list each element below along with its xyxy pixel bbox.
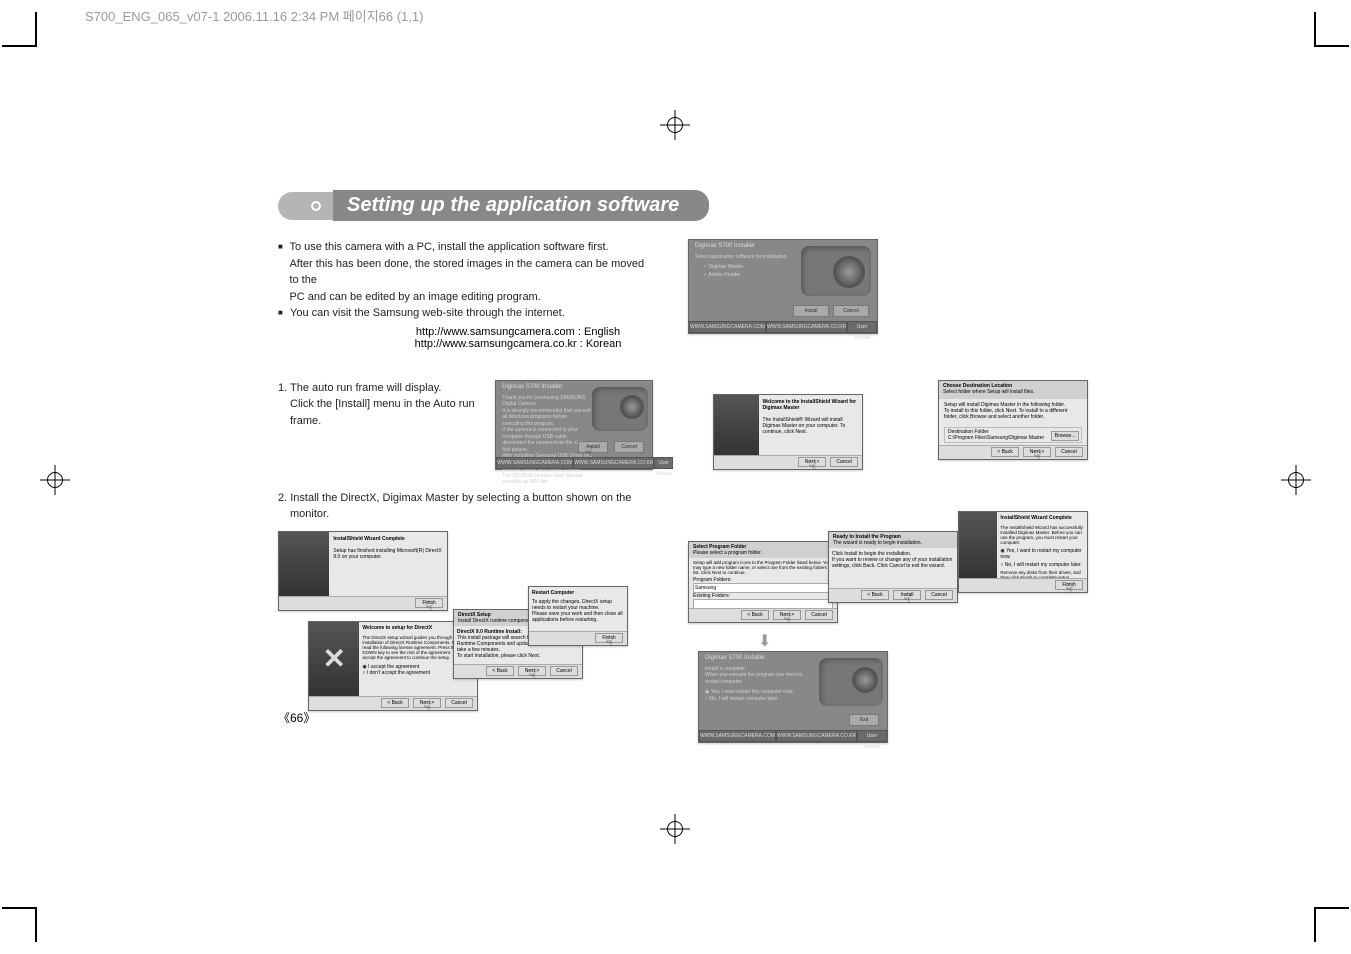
installer-screenshot-select: Digimax S700 Installer Select applicatio… [688,239,878,334]
crop-mark-br [1304,907,1349,952]
footer-bar: WWW.SAMSUNGCAMERA.COM WWW.SAMSUNGCAMERA.… [689,321,877,333]
crop-mark-tr [1304,2,1349,47]
footer-bar: WWW.SAMSUNGCAMERA.COM WWW.SAMSUNGCAMERA.… [699,730,887,742]
cancel-button[interactable]: Cancel [833,305,869,317]
exit-button[interactable]: Exit [849,714,879,726]
cancel-button[interactable]: Cancel [1055,447,1083,457]
hand-cursor-icon: ☟ [783,610,797,626]
registration-mark [660,814,690,844]
section-title: Setting up the application software [333,190,709,221]
bullet-icon: ■ [278,307,286,322]
back-button[interactable]: < Back [861,590,889,600]
print-header-meta: S700_ENG_065_v07-1 2006.11.16 2:34 PM 페이… [85,6,423,25]
arrow-down-icon: ⬇ [758,631,772,645]
installer-header: Select application software for installa… [695,254,787,261]
installer-title: Digimax S700 Installer [705,655,765,661]
registration-mark [660,110,690,140]
hand-cursor-icon: ☟ [423,698,437,714]
hand-cursor-icon: ☟ [808,457,822,473]
bullet-text: You can visit the Samsung web-site throu… [290,305,565,322]
installer-screenshot-final: Digimax S700 Installer Install is comple… [698,651,888,743]
installer-screenshot-autorun: Digimax S700 Installer Thank you for pur… [495,380,653,470]
wizard-welcome: Welcome to the InstallShield Wizard for … [713,394,863,470]
hand-cursor-icon: ☟ [1065,580,1079,596]
footer-link[interactable]: WWW.SAMSUNGCAMERA.CO.KR [766,321,847,333]
step-text: frame. [278,413,475,430]
cancel-button[interactable]: Cancel [925,590,953,600]
installer-title: Digimax S700 Installer [502,384,562,390]
hand-cursor-icon: ☟ [903,590,917,606]
step-text: 2. Install the DirectX, Digimax Master b… [278,490,1088,507]
camera-illustration [592,387,648,431]
back-button[interactable]: < Back [991,447,1019,457]
cancel-button[interactable]: Cancel [830,457,858,467]
page-number: 《66》 [278,709,315,726]
back-button[interactable]: < Back [381,698,409,708]
registration-mark [40,465,70,495]
back-button[interactable]: < Back [486,666,514,676]
url-korean: http://www.samsungcamera.co.kr : Korean [368,338,668,350]
back-button[interactable]: < Back [741,610,769,620]
step-text: Click the [Install] menu in the Auto run [278,396,475,413]
title-dot-wrap [278,192,333,220]
installer-title: Digimax S700 Installer [695,243,755,249]
crop-mark-tl [2,2,47,47]
footer-link[interactable]: WWW.SAMSUNGCAMERA.COM [689,321,766,333]
cancel-button[interactable]: Cancel [614,441,644,453]
camera-illustration [819,658,883,706]
hand-cursor-icon: ☟ [528,666,542,682]
bullet-text: To use this camera with a PC, install th… [289,241,608,253]
bullet-text: PC and can be edited by an image editing… [289,291,540,303]
footer-bar: WWW.SAMSUNGCAMERA.COM WWW.SAMSUNGCAMERA.… [496,457,652,469]
hand-cursor-icon: ☟ [425,598,439,614]
wizard-program-folder: Select Program Folder Please select a pr… [688,541,838,623]
step-text: 1. The auto run frame will display. [278,380,475,397]
wizard-install-complete: InstallShield Wizard Complete The Instal… [958,511,1088,593]
bullet-icon: ■ [278,241,285,305]
title-dot-icon [311,201,321,211]
url-english: http://www.samsungcamera.com : English [368,326,668,338]
hand-cursor-icon: ☟ [605,633,619,649]
wizard-ready-install: Ready to Install the Program The wizard … [828,531,958,603]
registration-mark [1281,465,1311,495]
cancel-button[interactable]: Cancel [805,610,833,620]
cancel-button[interactable]: Cancel [550,666,578,676]
cancel-button[interactable]: Cancel [445,698,473,708]
wizard-destination: Choose Destination Location Select folde… [938,380,1088,460]
footer-link[interactable]: User Manual [847,321,877,333]
directx-logo-icon: ✕ [322,642,345,675]
install-button[interactable]: Install [793,305,829,317]
crop-mark-bl [2,907,47,952]
camera-illustration [801,246,871,296]
section-title-bar: Setting up the application software [278,190,1088,221]
wizard-restart: Restart Computer To apply the changes, D… [528,586,628,646]
hand-cursor-icon: ☟ [1033,447,1047,463]
browse-button[interactable]: Browse... [1051,431,1079,441]
wizard-complete-dx: InstallShield Wizard Complete Setup has … [278,531,448,611]
bullet-text: After this has been done, the stored ima… [289,258,644,287]
